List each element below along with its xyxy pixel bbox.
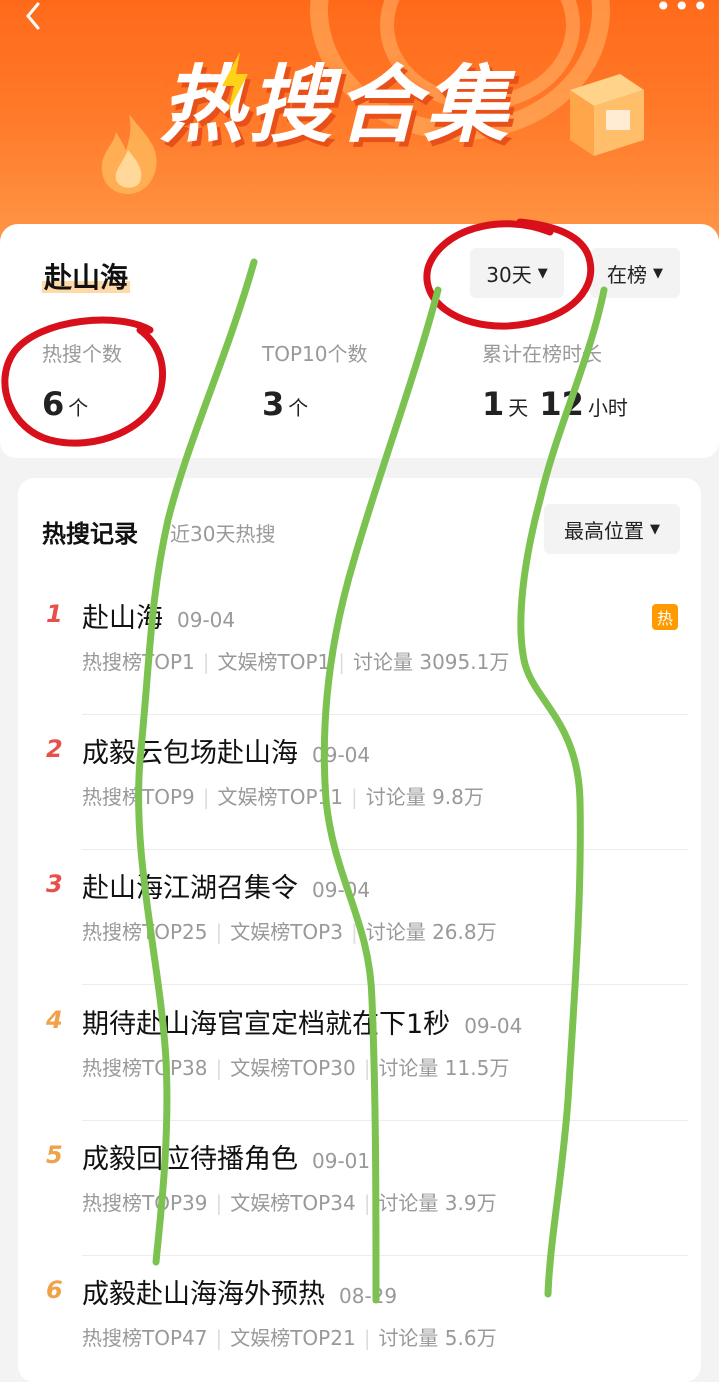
period-dropdown[interactable]: 30天 ▼: [470, 248, 564, 298]
list-item[interactable]: 4 期待赴山海官宣定档就在下1秒 09-04 热搜榜TOP38 | 文娱榜TOP30 |…: [42, 986, 688, 1121]
board-dropdown[interactable]: 在榜 ▼: [590, 248, 680, 298]
lightning-icon: [222, 52, 248, 112]
item-title: 期待赴山海官宣定档就在下1秒 09-04: [82, 1009, 523, 1040]
hot-badge: 热: [652, 604, 678, 630]
caret-down-icon: ▼: [537, 265, 548, 281]
banner-title: 热搜合集: [160, 56, 513, 154]
board-label: 在榜: [607, 262, 647, 287]
divider: [82, 984, 688, 985]
topic-title: 赴山海: [42, 256, 131, 296]
sort-dropdown[interactable]: 最高位置 ▼: [544, 504, 680, 554]
stat-value: 3个: [262, 385, 309, 423]
rank-number: 1: [46, 600, 63, 628]
item-title: 成毅赴山海海外预热 08-29: [82, 1279, 398, 1310]
item-meta: 热搜榜TOP1 | 文娱榜TOP1 | 讨论量 3095.1万: [82, 650, 510, 674]
stat-label: 累计在榜时长: [482, 342, 602, 366]
stat-hot-count: 热搜个数 6个: [42, 338, 122, 423]
item-date: 09-04: [464, 1014, 523, 1038]
list-item[interactable]: 2 成毅云包场赴山海 09-04 热搜榜TOP9 | 文娱榜TOP11 | 讨论量 9.8…: [42, 715, 688, 850]
item-date: 08-29: [339, 1284, 398, 1308]
records-subtitle: 近30天热搜: [170, 522, 276, 546]
item-meta: 热搜榜TOP39 | 文娱榜TOP34 | 讨论量 3.9万: [82, 1191, 497, 1215]
item-title: 成毅回应待播角色 09-01: [82, 1144, 371, 1175]
item-date: 09-04: [177, 608, 236, 632]
item-date: 09-01: [312, 1149, 371, 1173]
item-meta: 热搜榜TOP25 | 文娱榜TOP3 | 讨论量 26.8万: [82, 920, 497, 944]
item-meta: 热搜榜TOP47 | 文娱榜TOP21 | 讨论量 5.6万: [82, 1326, 497, 1350]
item-date: 09-04: [312, 878, 371, 902]
gift-box-icon: [570, 74, 644, 156]
stat-duration: 累计在榜时长 1天 12 小时: [482, 338, 628, 423]
caret-down-icon: ▼: [653, 265, 663, 281]
rank-number: 2: [46, 735, 63, 763]
item-meta: 热搜榜TOP38 | 文娱榜TOP30 | 讨论量 11.5万: [82, 1056, 510, 1080]
records-title: 热搜记录: [42, 520, 138, 548]
list-item[interactable]: 3 赴山海江湖召集令 09-04 热搜榜TOP25 | 文娱榜TOP3 | 讨论量 26.…: [42, 850, 688, 985]
back-arrow-icon[interactable]: [18, 2, 48, 32]
sort-label: 最高位置: [564, 518, 644, 543]
rank-number: 3: [46, 870, 63, 898]
item-title: 赴山海 09-04: [82, 603, 236, 634]
list-item[interactable]: 6 成毅赴山海海外预热 08-29 热搜榜TOP47 | 文娱榜TOP21 | 讨论量 5…: [42, 1256, 688, 1382]
more-options-icon[interactable]: •••: [655, 0, 709, 21]
rank-number: 6: [46, 1276, 63, 1304]
stat-value: 1天 12 小时: [482, 385, 628, 423]
caret-down-icon: ▼: [650, 521, 660, 537]
header-banner: ••• 热搜合集: [0, 0, 719, 260]
item-title: 成毅云包场赴山海 09-04: [82, 738, 371, 769]
period-label: 30天: [486, 262, 532, 287]
stat-label: 热搜个数: [42, 342, 122, 366]
item-title: 赴山海江湖召集令 09-04: [82, 873, 371, 904]
list-item[interactable]: 5 成毅回应待播角色 09-01 热搜榜TOP39 | 文娱榜TOP34 | 讨论量 3.…: [42, 1121, 688, 1256]
stat-value: 6个: [42, 385, 89, 423]
rank-number: 4: [46, 1006, 63, 1034]
item-date: 09-04: [312, 743, 371, 767]
flame-icon: [101, 114, 157, 194]
rank-number: 5: [46, 1141, 63, 1169]
item-meta: 热搜榜TOP9 | 文娱榜TOP11 | 讨论量 9.8万: [82, 785, 484, 809]
stat-top10-count: TOP10个数 3个: [262, 338, 367, 423]
list-item[interactable]: 1 赴山海 09-04 热 热搜榜TOP1 | 文娱榜TOP1 | 讨论量 3095.1万: [42, 580, 688, 715]
stat-label: TOP10个数: [262, 342, 368, 366]
